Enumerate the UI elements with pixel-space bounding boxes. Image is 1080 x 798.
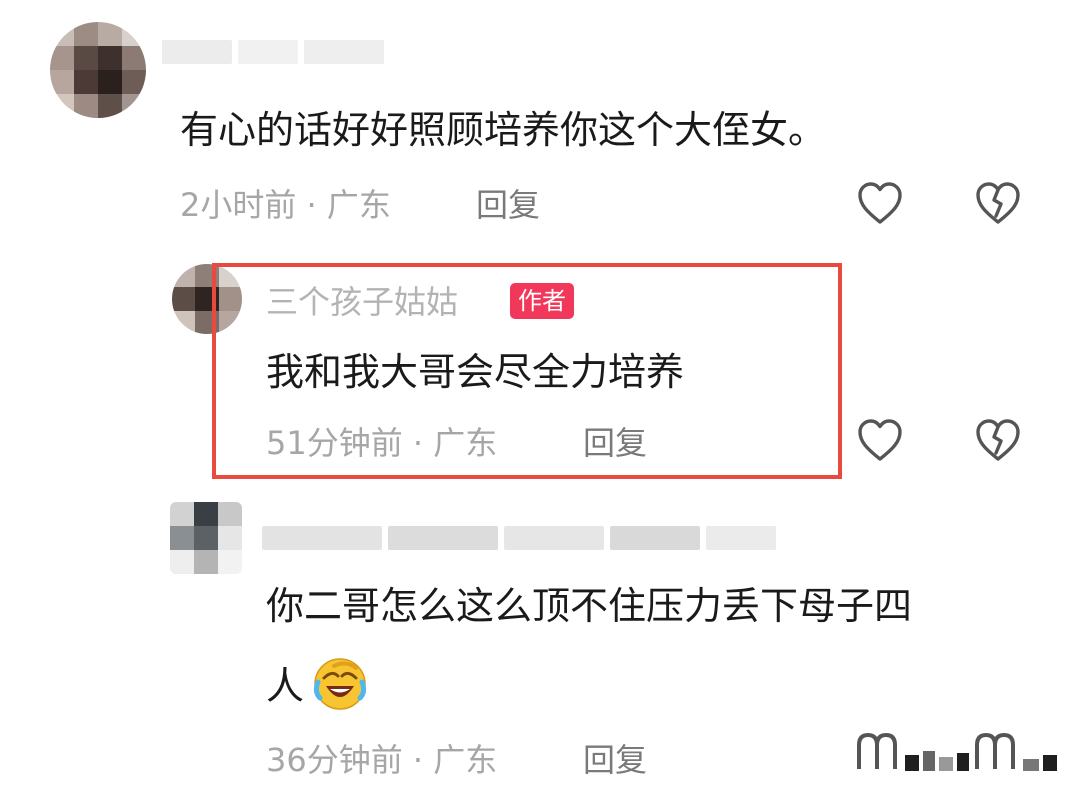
- blurred-username: [262, 526, 776, 550]
- comment-text-continued: 人: [266, 664, 305, 708]
- comment-text: 有心的话好好照顾培养你这个大侄女。: [180, 108, 827, 152]
- crying-laughing-emoji: [312, 656, 368, 712]
- avatar[interactable]: [170, 502, 242, 574]
- broken-heart-icon[interactable]: [974, 180, 1022, 226]
- reply-button[interactable]: 回复: [583, 740, 647, 780]
- comment-thread: 有心的话好好照顾培养你这个大侄女。 2小时前 · 广东 回复 三个孩子姑姑 作者…: [0, 0, 1080, 798]
- broken-heart-icon[interactable]: [974, 417, 1022, 463]
- like-heart-icon[interactable]: [856, 417, 904, 463]
- blurred-watermark-icons: [855, 731, 1057, 771]
- reply-button[interactable]: 回复: [476, 185, 540, 225]
- comment-time: 36分钟前 · 广东: [266, 741, 498, 779]
- highlight-annotation-box: [212, 263, 842, 479]
- avatar[interactable]: [50, 22, 146, 118]
- comment-text: 你二哥怎么这么顶不住压力丢下母子四: [266, 584, 913, 628]
- like-heart-icon[interactable]: [856, 180, 904, 226]
- comment-time: 2小时前 · 广东: [180, 186, 391, 224]
- blurred-username: [162, 40, 384, 64]
